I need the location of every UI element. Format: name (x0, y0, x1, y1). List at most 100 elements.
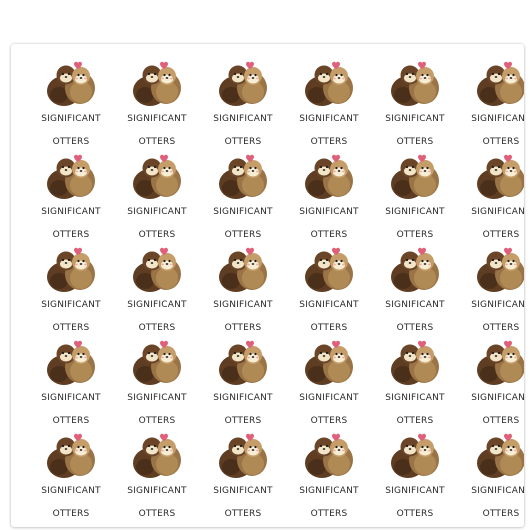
sticker-title-line-1: SIGNIFICANT (127, 300, 187, 310)
sticker-r4-c6: SIGNIFICANT OTTERS (461, 337, 524, 431)
sticker-title-line-1: SIGNIFICANT (471, 114, 524, 124)
sticker-r5-c5: SIGNIFICANT OTTERS (375, 430, 455, 524)
sticker-title-line-2: OTTERS (310, 416, 348, 426)
sticker-title-line-1: SIGNIFICANT (41, 114, 101, 124)
sticker-r2-c2: SIGNIFICANT OTTERS (117, 151, 197, 245)
sticker-title-line-1: SIGNIFICANT (385, 114, 445, 124)
sticker-title-line-1: SIGNIFICANT (471, 207, 524, 217)
otter-couple-heart-icon (391, 247, 439, 292)
sticker-title-line-2: OTTERS (52, 323, 90, 333)
sticker-title-line-2: OTTERS (482, 230, 520, 240)
sticker-title-line-2: OTTERS (396, 416, 434, 426)
sticker-r4-c3: SIGNIFICANT OTTERS (203, 337, 283, 431)
sticker-r3-c6: SIGNIFICANT OTTERS (461, 244, 524, 338)
otter-couple-heart-icon (47, 247, 95, 292)
sticker-title-line-2: OTTERS (396, 323, 434, 333)
otter-couple-heart-icon (477, 340, 524, 385)
sticker-r5-c6: SIGNIFICANT OTTERS (461, 430, 524, 524)
sticker-title-line-1: SIGNIFICANT (299, 300, 359, 310)
otter-couple-heart-icon (133, 61, 181, 106)
sticker-r2-c1: SIGNIFICANT OTTERS (31, 151, 111, 245)
otter-couple-heart-icon (477, 61, 524, 106)
otter-couple-heart-icon (305, 247, 353, 292)
sticker-title-line-1: SIGNIFICANT (471, 300, 524, 310)
otter-couple-heart-icon (305, 433, 353, 478)
sticker-title-line-1: SIGNIFICANT (385, 300, 445, 310)
sticker-title-line-2: OTTERS (224, 137, 262, 147)
otter-couple-heart-icon (219, 433, 267, 478)
sticker-title-line-1: SIGNIFICANT (299, 486, 359, 496)
sticker-r4-c2: SIGNIFICANT OTTERS (117, 337, 197, 431)
otter-couple-heart-icon (305, 154, 353, 199)
otter-couple-heart-icon (133, 247, 181, 292)
sticker-title-line-1: SIGNIFICANT (213, 393, 273, 403)
sticker-r5-c2: SIGNIFICANT OTTERS (117, 430, 197, 524)
otter-couple-heart-icon (219, 61, 267, 106)
sticker-title-line-2: OTTERS (138, 137, 176, 147)
sticker-r1-c1: SIGNIFICANT OTTERS (31, 58, 111, 152)
sticker-title-line-1: SIGNIFICANT (213, 300, 273, 310)
sticker-title-line-1: SIGNIFICANT (127, 393, 187, 403)
sticker-r3-c4: SIGNIFICANT OTTERS (289, 244, 369, 338)
sticker-title-line-2: OTTERS (138, 509, 176, 519)
sticker-title-line-2: OTTERS (482, 137, 520, 147)
sticker-grid: SIGNIFICANT OTTERS SIGNIFICANT OTTERS SI… (11, 44, 524, 527)
sticker-title-line-2: OTTERS (482, 509, 520, 519)
sticker-title-line-2: OTTERS (224, 509, 262, 519)
otter-couple-heart-icon (133, 340, 181, 385)
sticker-r3-c2: SIGNIFICANT OTTERS (117, 244, 197, 338)
sticker-title-line-1: SIGNIFICANT (299, 114, 359, 124)
otter-couple-heart-icon (47, 61, 95, 106)
sticker-title-line-1: SIGNIFICANT (299, 393, 359, 403)
sticker-title-line-2: OTTERS (52, 416, 90, 426)
otter-couple-heart-icon (305, 340, 353, 385)
sticker-title-line-2: OTTERS (138, 230, 176, 240)
sticker-r1-c6: SIGNIFICANT OTTERS (461, 58, 524, 152)
sticker-r2-c5: SIGNIFICANT OTTERS (375, 151, 455, 245)
sticker-sheet: SIGNIFICANT OTTERS SIGNIFICANT OTTERS SI… (11, 44, 524, 527)
otter-couple-heart-icon (391, 340, 439, 385)
sticker-r2-c4: SIGNIFICANT OTTERS (289, 151, 369, 245)
otter-couple-heart-icon (477, 247, 524, 292)
sticker-title-line-2: OTTERS (396, 509, 434, 519)
sticker-title-line-1: SIGNIFICANT (127, 486, 187, 496)
otter-couple-heart-icon (305, 61, 353, 106)
otter-couple-heart-icon (391, 433, 439, 478)
sticker-title-line-1: SIGNIFICANT (41, 207, 101, 217)
sticker-title-line-2: OTTERS (138, 323, 176, 333)
sticker-title-line-1: SIGNIFICANT (41, 486, 101, 496)
sticker-title-line-2: OTTERS (310, 137, 348, 147)
sticker-title-line-2: OTTERS (224, 323, 262, 333)
sticker-title-line-2: OTTERS (52, 230, 90, 240)
sticker-title-line-1: SIGNIFICANT (127, 114, 187, 124)
sticker-title-line-1: SIGNIFICANT (41, 300, 101, 310)
sticker-title-line-1: SIGNIFICANT (471, 486, 524, 496)
sticker-title-line-2: OTTERS (310, 323, 348, 333)
sticker-r4-c5: SIGNIFICANT OTTERS (375, 337, 455, 431)
sticker-title-line-2: OTTERS (224, 416, 262, 426)
sticker-title-line-1: SIGNIFICANT (213, 207, 273, 217)
sticker-r4-c4: SIGNIFICANT OTTERS (289, 337, 369, 431)
sticker-title-line-2: OTTERS (224, 230, 262, 240)
otter-couple-heart-icon (391, 61, 439, 106)
sticker-r1-c2: SIGNIFICANT OTTERS (117, 58, 197, 152)
sticker-title-line-1: SIGNIFICANT (41, 393, 101, 403)
sticker-title-line-2: OTTERS (52, 137, 90, 147)
sticker-r2-c6: SIGNIFICANT OTTERS (461, 151, 524, 245)
sticker-title-line-1: SIGNIFICANT (385, 207, 445, 217)
sticker-r3-c3: SIGNIFICANT OTTERS (203, 244, 283, 338)
otter-couple-heart-icon (133, 154, 181, 199)
otter-couple-heart-icon (47, 340, 95, 385)
sticker-r1-c4: SIGNIFICANT OTTERS (289, 58, 369, 152)
otter-couple-heart-icon (391, 154, 439, 199)
sticker-title-line-1: SIGNIFICANT (385, 393, 445, 403)
sticker-title-line-2: OTTERS (396, 137, 434, 147)
sticker-r5-c4: SIGNIFICANT OTTERS (289, 430, 369, 524)
otter-couple-heart-icon (219, 340, 267, 385)
sticker-r3-c5: SIGNIFICANT OTTERS (375, 244, 455, 338)
otter-couple-heart-icon (477, 154, 524, 199)
sticker-title-line-1: SIGNIFICANT (213, 114, 273, 124)
otter-couple-heart-icon (477, 433, 524, 478)
otter-couple-heart-icon (219, 154, 267, 199)
sticker-title-line-1: SIGNIFICANT (299, 207, 359, 217)
